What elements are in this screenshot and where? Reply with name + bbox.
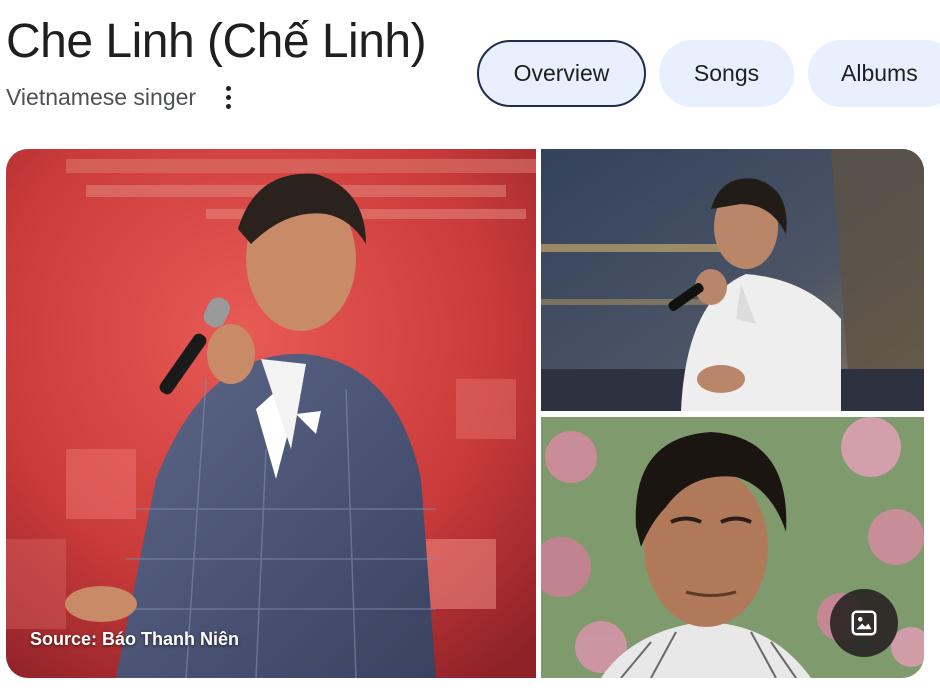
- image-source-label: Source: Báo Thanh Niên: [30, 629, 240, 649]
- tab-songs-label: Songs: [693, 60, 760, 86]
- picture-glyph: [851, 610, 877, 636]
- main-photo[interactable]: [6, 149, 536, 678]
- tab-overview[interactable]: Overview: [477, 40, 646, 107]
- more-options-icon[interactable]: [214, 80, 242, 114]
- tab-albums[interactable]: Albums: [808, 40, 940, 107]
- entity-subtitle: Vietnamese singer: [6, 84, 197, 110]
- tab-songs[interactable]: Songs: [659, 40, 794, 107]
- tab-overview-label: Overview: [513, 60, 610, 86]
- tab-albums-label: Albums: [841, 60, 918, 86]
- top-right-photo[interactable]: [541, 149, 924, 411]
- knowledge-panel: Che Linh (Chế Linh) Vietnamese singer Ov…: [0, 0, 940, 698]
- entity-title: Che Linh (Chế Linh): [6, 15, 427, 68]
- image-gallery: Source: Báo Thanh Niên: [6, 149, 924, 678]
- image-icon[interactable]: [830, 589, 898, 657]
